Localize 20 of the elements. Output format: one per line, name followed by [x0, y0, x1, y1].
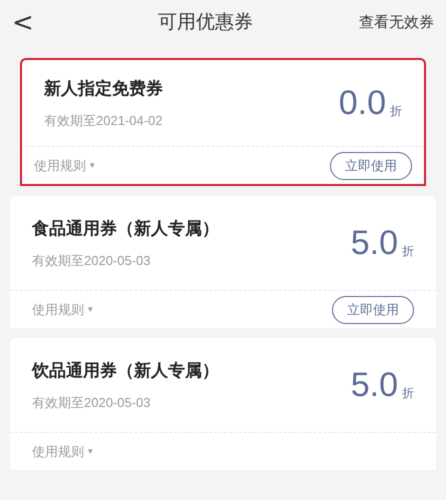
validity-date: 有效期至2020-05-03: [32, 252, 152, 270]
validity-date: 有效期至2020-05-03: [32, 394, 152, 412]
coupon-name: 新人指定免费券: [44, 78, 163, 100]
validity-date: 有效期至2021-04-02: [44, 112, 163, 130]
use-now-button[interactable]: 立即使用: [332, 296, 414, 324]
discount-value: 5.0: [350, 226, 398, 260]
coupon-name: 饮品通用券（新人专属）: [32, 360, 219, 382]
use-now-button[interactable]: 立即使用: [330, 152, 412, 180]
usage-rules-toggle[interactable]: 使用规则 ▾: [34, 156, 95, 176]
coupon-name: 食品通用券（新人专属）: [32, 218, 219, 240]
back-button[interactable]: <: [12, 10, 52, 36]
discount-unit: 折: [402, 243, 414, 260]
invalid-coupons-link[interactable]: 查看无效券: [359, 12, 434, 34]
usage-rules-toggle[interactable]: 使用规则 ▾: [32, 300, 93, 320]
usage-rules-toggle[interactable]: 使用规则 ▾: [32, 442, 93, 462]
discount-value: 5.0: [350, 368, 398, 402]
discount-unit: 折: [390, 103, 402, 120]
discount-unit: 折: [402, 385, 414, 402]
discount-value: 0.0: [338, 86, 386, 120]
page-title: 可用优惠券: [158, 10, 253, 35]
